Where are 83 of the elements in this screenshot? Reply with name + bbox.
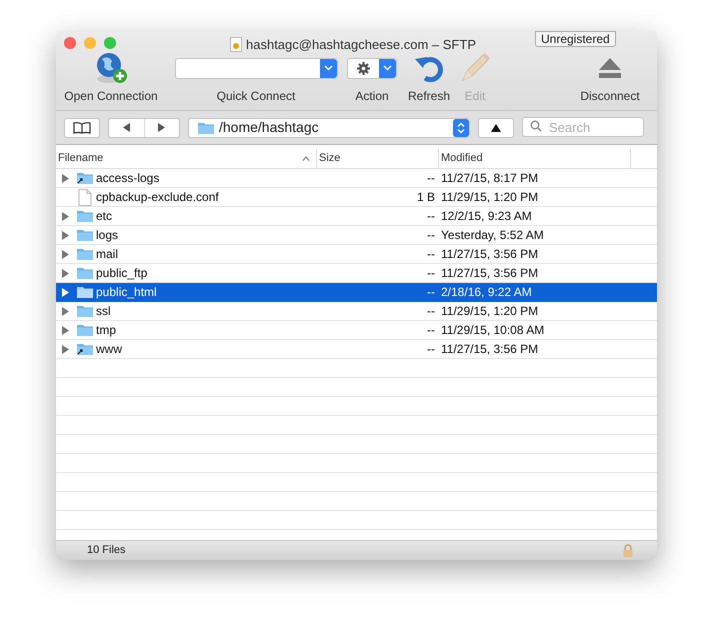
file-modified: 11/27/15, 3:56 PM (440, 265, 538, 282)
file-name: tmp (96, 322, 116, 339)
file-modified: 11/27/15, 8:17 PM (440, 170, 538, 187)
file-name: ssl (96, 303, 111, 320)
file-modified: 11/29/15, 1:20 PM (440, 189, 538, 206)
file-row[interactable]: public_html -- 2/18/16, 9:22 AM (56, 283, 657, 302)
file-modified: 12/2/15, 9:23 AM (440, 208, 532, 225)
folder-icon (197, 120, 215, 134)
file-row[interactable]: mail -- 11/27/15, 3:56 PM (56, 245, 657, 264)
file-name: mail (96, 246, 118, 263)
disclosure-triangle-icon[interactable] (62, 326, 68, 334)
right-triangle-icon (158, 123, 166, 132)
toolbar-label[interactable]: Quick Connect (216, 87, 296, 105)
search-field[interactable]: Search (522, 117, 644, 137)
close-window-button[interactable] (64, 37, 76, 49)
gear-icon (357, 62, 370, 74)
file-row[interactable]: ssl -- 11/29/15, 1:20 PM (56, 302, 657, 321)
back-forward-control[interactable] (108, 118, 180, 138)
column-header[interactable]: Modified (439, 149, 631, 168)
file-size: -- (426, 284, 436, 301)
file-modified: Yesterday, 5:52 AM (440, 227, 544, 244)
disclosure-triangle-icon[interactable] (62, 344, 68, 354)
disclosure-triangle-icon[interactable] (62, 288, 68, 296)
file-size: -- (426, 227, 436, 244)
disclosure-triangle-icon[interactable] (62, 250, 68, 258)
document-icon (230, 37, 242, 52)
dropdown-icon (379, 58, 396, 78)
file-size: -- (426, 246, 436, 263)
file-name: cpbackup-exclude.conf (96, 189, 219, 206)
parent-folder-button[interactable] (478, 118, 514, 138)
bookmarks-button[interactable] (64, 118, 100, 138)
file-modified: 2/18/16, 9:22 AM (440, 284, 532, 301)
disclosure-triangle-icon[interactable] (62, 268, 68, 278)
file-modified: 11/27/15, 3:56 PM (440, 341, 538, 358)
book-icon (73, 122, 91, 134)
dropdown-icon (320, 58, 336, 78)
document-icon (78, 188, 92, 206)
toolbar-label[interactable]: Open Connection (64, 87, 158, 105)
file-name: www (96, 341, 122, 358)
file-row[interactable]: tmp -- 11/29/15, 10:08 AM (56, 321, 657, 340)
file-name: public_ftp (96, 265, 148, 282)
pencil-icon (459, 52, 491, 84)
search-icon (530, 120, 542, 132)
unregistered-badge[interactable]: Unregistered (535, 31, 616, 47)
file-size: -- (426, 265, 436, 282)
up-triangle-icon (491, 124, 501, 132)
file-row[interactable]: etc -- 12/2/15, 9:23 AM (56, 207, 657, 226)
column-header[interactable]: Size (317, 149, 439, 168)
window-title: hashtagc@hashtagcheese.com – SFTP (246, 36, 476, 54)
sort-caret-icon (302, 156, 310, 161)
status-text: 10 Files (87, 543, 126, 558)
left-triangle-icon (122, 123, 130, 132)
file-size: 1 B (416, 189, 436, 206)
quick-connect-field[interactable] (174, 58, 338, 78)
file-row[interactable]: cpbackup-exclude.conf 1 B 11/29/15, 1:20 PM (56, 188, 657, 207)
file-name: logs (96, 227, 118, 244)
file-size: -- (426, 341, 436, 358)
toolbar-label[interactable]: Refresh (408, 87, 450, 105)
column-header[interactable]: Filename (56, 149, 317, 168)
stepper-icon (453, 118, 469, 136)
file-modified: 11/27/15, 3:56 PM (440, 246, 538, 263)
file-size: -- (426, 170, 436, 187)
file-row[interactable]: www -- 11/27/15, 3:56 PM (56, 340, 657, 359)
file-name: public_html (96, 284, 157, 301)
disclosure-triangle-icon[interactable] (62, 230, 68, 240)
disclosure-triangle-icon[interactable] (62, 212, 68, 220)
file-size: -- (426, 208, 436, 225)
toolbar-label[interactable]: Disconnect (580, 87, 640, 105)
file-size: -- (426, 322, 436, 339)
file-modified: 11/29/15, 10:08 AM (440, 322, 544, 339)
file-row[interactable]: access-logs -- 11/27/15, 8:17 PM (56, 169, 657, 188)
file-name: access-logs (96, 170, 160, 187)
lock-icon (623, 544, 633, 557)
file-row[interactable]: logs -- Yesterday, 5:52 AM (56, 226, 657, 245)
file-size: -- (426, 303, 436, 320)
toolbar-label[interactable]: Action (355, 87, 389, 105)
file-name: etc (96, 208, 112, 225)
globe-add-icon (94, 51, 128, 85)
disclosure-triangle-icon[interactable] (62, 306, 68, 316)
file-modified: 11/29/15, 1:20 PM (440, 303, 538, 320)
path-dropdown[interactable]: /home/hashtagc (188, 118, 470, 138)
action-menu-button[interactable] (347, 58, 397, 78)
disclosure-triangle-icon[interactable] (62, 174, 68, 182)
